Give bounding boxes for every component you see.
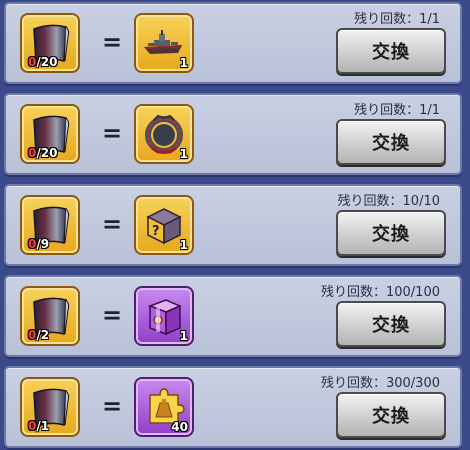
cost-item-slot: 0/20 [20,104,80,164]
equals-sign: = [102,28,123,56]
exchange-row: 0/1 = 40 残り回数：300/300 交換 [4,366,462,448]
reward-item-slot: 1 [134,104,194,164]
svg-text:?: ? [152,224,160,239]
equals-sign: = [102,392,123,420]
equals-sign: = [102,301,123,329]
reward-quantity: 40 [171,420,188,434]
reward-quantity: 1 [179,329,188,343]
exchange-row: 0/20 = 1 残り回数：1/1 交換 [4,2,462,84]
remaining-count: 残り回数：300/300 [320,376,440,391]
reward-quantity: 1 [179,238,188,252]
exchange-row: 0/9 = ? 1 残り回数：10/10 交換 [4,184,462,266]
equals-sign: = [102,119,123,147]
exchange-button[interactable]: 交換 [336,301,446,347]
cost-count: 0/1 [28,419,50,433]
reward-quantity: 1 [179,56,188,70]
cost-item-slot: 0/20 [20,13,80,73]
reward-item-slot: 1 [134,13,194,73]
reward-item-slot: ? 1 [134,195,194,255]
exchange-button[interactable]: 交換 [336,119,446,165]
cost-item-slot: 0/2 [20,286,80,346]
exchange-row: 0/2 = 1 残り回数：100/100 交換 [4,275,462,357]
remaining-count: 残り回数：100/100 [320,285,440,300]
reward-quantity: 1 [179,147,188,161]
cost-item-slot: 0/9 [20,195,80,255]
remaining-count: 残り回数：10/10 [337,194,440,209]
reward-item-slot: 1 [134,286,194,346]
cost-count: 0/2 [28,328,50,342]
equals-sign: = [102,210,123,238]
cost-count: 0/20 [28,146,58,160]
exchange-button[interactable]: 交換 [336,392,446,438]
cost-item-slot: 0/1 [20,377,80,437]
remaining-count: 残り回数：1/1 [354,12,440,27]
exchange-button[interactable]: 交換 [336,210,446,256]
cost-count: 0/20 [28,55,58,69]
reward-item-slot: 40 [134,377,194,437]
remaining-count: 残り回数：1/1 [354,103,440,118]
cost-count: 0/9 [28,237,50,251]
exchange-button[interactable]: 交換 [336,28,446,74]
exchange-row: 0/20 = 1 残り回数：1/1 交換 [4,93,462,175]
